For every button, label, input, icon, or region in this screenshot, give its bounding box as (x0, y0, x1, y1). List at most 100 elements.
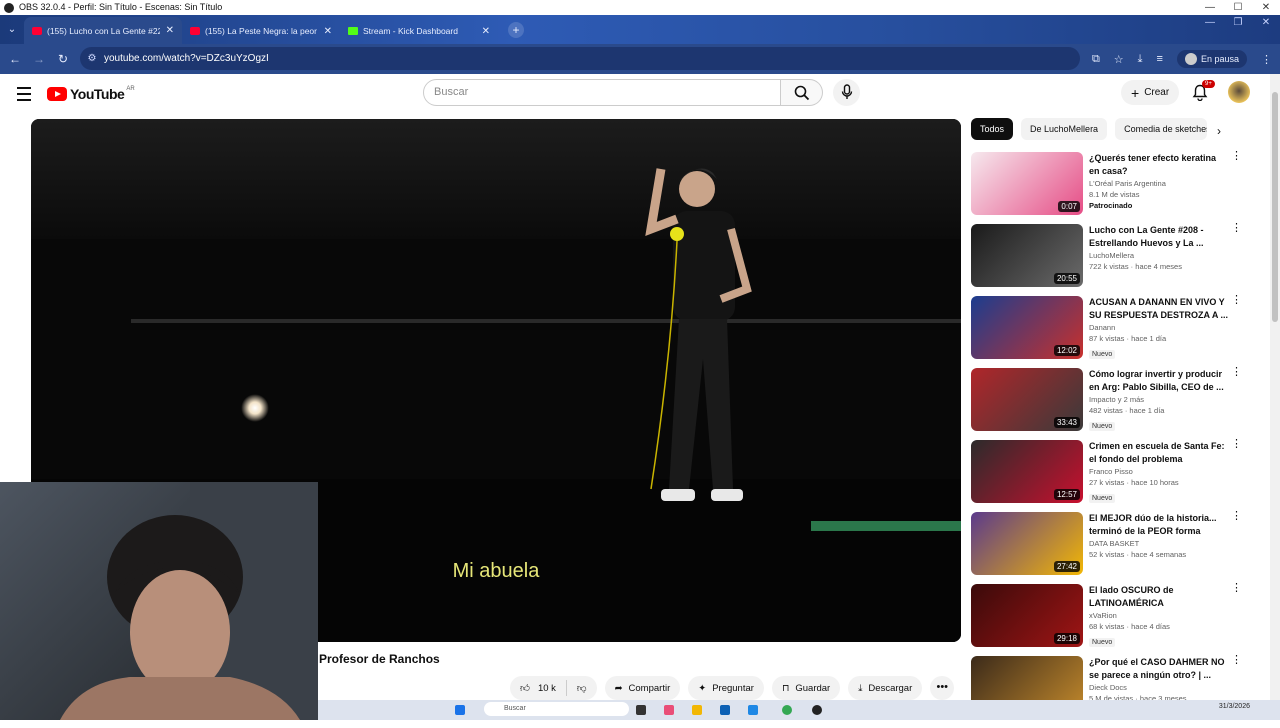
media-control-icon[interactable]: ≡ (1157, 53, 1163, 65)
tab-peste-negra[interactable]: (155) La Peste Negra: la peor ca ✕ (182, 20, 340, 42)
browser-menu-icon[interactable]: ⋮ (1261, 53, 1272, 66)
search-button[interactable] (781, 79, 823, 106)
forward-icon[interactable]: → (27, 52, 51, 66)
share-button[interactable]: ➦ Compartir (604, 676, 681, 700)
recommendation-item[interactable]: 33:43 Cómo lograr invertir y producir en … (971, 367, 1251, 437)
browser-tab-strip: ⌄ (155) Lucho con La Gente #224 ✕ (155) … (0, 15, 1280, 44)
kebab-menu-icon[interactable]: ⋮ (1231, 151, 1242, 162)
user-avatar[interactable] (1228, 81, 1250, 103)
rec-title[interactable]: El MEJOR dúo de la historia... terminó d… (1089, 512, 1229, 537)
kebab-menu-icon[interactable]: ⋮ (1231, 583, 1242, 594)
maximize-icon[interactable]: ☐ (1224, 0, 1252, 15)
recommendation-item[interactable]: 29:18 El lado OSCURO de LATINOAMÉRICA xVaR… (971, 583, 1251, 653)
save-button[interactable]: ⊓ Guardar (771, 676, 841, 700)
video-thumbnail[interactable]: 33:43 (971, 368, 1083, 431)
rec-stats: 8.1 M de vistas (1089, 190, 1140, 199)
rec-title[interactable]: Cómo lograr invertir y producir en Arg: … (1089, 368, 1229, 393)
recommendation-item[interactable]: 27:42 El MEJOR dúo de la historia... term… (971, 511, 1251, 581)
rec-title[interactable]: ACUSAN A DANANN EN VIVO Y SU RESPUESTA D… (1089, 296, 1229, 321)
kebab-menu-icon[interactable]: ⋮ (1231, 655, 1242, 666)
like-button[interactable]: 👍︎ 10 k (510, 680, 567, 696)
chrome-taskbar-icon[interactable] (782, 705, 792, 715)
tab-close-icon[interactable]: ✕ (166, 25, 174, 36)
video-thumbnail[interactable]: 12:02 (971, 296, 1083, 359)
tab-search-icon[interactable]: ⌄ (0, 15, 24, 44)
chip-channel[interactable]: De LuchoMellera (1021, 118, 1108, 140)
video-thumbnail[interactable]: 0:07 (971, 152, 1083, 215)
rec-channel[interactable]: L'Oréal Paris Argentina (1089, 179, 1229, 188)
restore-icon[interactable]: ❐ (1224, 17, 1252, 28)
video-thumbnail[interactable]: 20:55 (971, 224, 1083, 287)
voice-search-button[interactable] (833, 79, 860, 106)
video-thumbnail[interactable]: 12:57 (971, 440, 1083, 503)
back-icon[interactable]: ← (3, 52, 27, 66)
site-info-icon[interactable]: ⚙ (80, 53, 104, 64)
page-scrollbar[interactable] (1270, 74, 1280, 704)
more-actions-button[interactable]: ••• (930, 676, 955, 700)
rec-channel[interactable]: Franco Pisso (1089, 467, 1229, 476)
windows-start-icon[interactable] (455, 705, 465, 715)
video-thumbnail[interactable]: 27:42 (971, 512, 1083, 575)
minimize-icon[interactable]: — (1196, 0, 1224, 15)
dislike-button[interactable]: 👎︎ (567, 682, 597, 694)
recommendation-item[interactable]: 12:57 Crimen en escuela de Santa Fe: el f… (971, 439, 1251, 509)
chip-todos[interactable]: Todos (971, 118, 1014, 140)
rec-channel[interactable]: Impacto y 2 más (1089, 395, 1229, 404)
taskbar-app-icon[interactable] (636, 705, 646, 715)
rec-title[interactable]: ¿Querés tener efecto keratina en casa? (1089, 152, 1229, 177)
hamburger-menu-icon[interactable] (17, 87, 31, 105)
obs-title: OBS 32.0.4 - Perfil: Sin Título - Escena… (19, 2, 223, 12)
recommendation-item[interactable]: 20:55 Lucho con La Gente #208 - Estrellan… (971, 223, 1251, 293)
minimize-icon[interactable]: — (1196, 17, 1224, 28)
close-icon[interactable]: ✕ (1252, 17, 1280, 28)
new-tab-button[interactable]: + (508, 22, 524, 38)
windows-taskbar: Buscar 31/3/2026 (318, 700, 1280, 720)
tab-lucho[interactable]: (155) Lucho con La Gente #224 ✕ (24, 17, 182, 44)
country-code: AR (126, 86, 135, 92)
download-button[interactable]: ⤓ Descargar (848, 676, 923, 700)
tab-label: Stream - Kick Dashboard (363, 26, 458, 36)
close-icon[interactable]: ✕ (1252, 0, 1280, 15)
rec-title[interactable]: El lado OSCURO de LATINOAMÉRICA (1089, 584, 1229, 609)
taskbar-app-icon[interactable] (692, 705, 702, 715)
rec-title[interactable]: Lucho con La Gente #208 - Estrellando Hu… (1089, 224, 1229, 249)
taskbar-app-icon[interactable] (720, 705, 730, 715)
address-bar[interactable]: ⚙ youtube.com/watch?v=DZc3uYzOgzI (80, 47, 1080, 70)
obs-taskbar-icon[interactable] (812, 705, 822, 715)
notifications-button[interactable]: 9+ (1192, 80, 1215, 102)
scrollbar-thumb[interactable] (1272, 92, 1278, 322)
rec-title[interactable]: ¿Por qué el CASO DAHMER NO se parece a n… (1089, 656, 1229, 681)
create-button[interactable]: + Crear (1121, 80, 1180, 105)
profile-button[interactable]: En pausa (1176, 50, 1247, 68)
kebab-menu-icon[interactable]: ⋮ (1231, 295, 1242, 306)
kebab-menu-icon[interactable]: ⋮ (1231, 511, 1242, 522)
install-app-icon[interactable]: ⧉ (1092, 53, 1100, 66)
tab-close-icon[interactable]: ✕ (324, 26, 332, 37)
rec-channel[interactable]: xVaRion (1089, 611, 1229, 620)
kebab-menu-icon[interactable]: ⋮ (1231, 439, 1242, 450)
rec-title[interactable]: Crimen en escuela de Santa Fe: el fondo … (1089, 440, 1229, 465)
ask-button[interactable]: ✦ Preguntar (688, 676, 764, 700)
recommendation-item[interactable]: 12:02 ACUSAN A DANANN EN VIVO Y SU RESPUE… (971, 295, 1251, 365)
kebab-menu-icon[interactable]: ⋮ (1231, 223, 1242, 234)
kebab-menu-icon[interactable]: ⋮ (1231, 367, 1242, 378)
rec-channel[interactable]: Danann (1089, 323, 1229, 332)
like-count: 10 k (537, 682, 556, 694)
download-icon[interactable]: ⤓ (1138, 53, 1143, 66)
taskbar-app-icon[interactable] (664, 705, 674, 715)
taskbar-search[interactable]: Buscar (484, 702, 629, 716)
rec-channel[interactable]: DATA BASKET (1089, 539, 1229, 548)
search-input[interactable]: Buscar (423, 79, 781, 106)
video-thumbnail[interactable]: 29:18 (971, 584, 1083, 647)
rec-channel[interactable]: LuchoMellera (1089, 251, 1229, 260)
taskbar-app-icon[interactable] (748, 705, 758, 715)
rec-channel[interactable]: Dieck Docs (1089, 683, 1229, 692)
recommendation-item[interactable]: 0:07 ¿Querés tener efecto keratina en cas… (971, 151, 1251, 221)
tab-close-icon[interactable]: ✕ (482, 26, 490, 37)
youtube-logo[interactable]: YouTube AR (47, 86, 135, 102)
bookmark-star-icon[interactable]: ☆ (1114, 53, 1124, 66)
chevron-right-icon[interactable]: › (1217, 124, 1221, 138)
tab-kick[interactable]: Stream - Kick Dashboard ✕ (340, 20, 498, 42)
reload-icon[interactable]: ↻ (51, 52, 75, 66)
chip-comedia[interactable]: Comedia de sketches (1115, 118, 1208, 140)
